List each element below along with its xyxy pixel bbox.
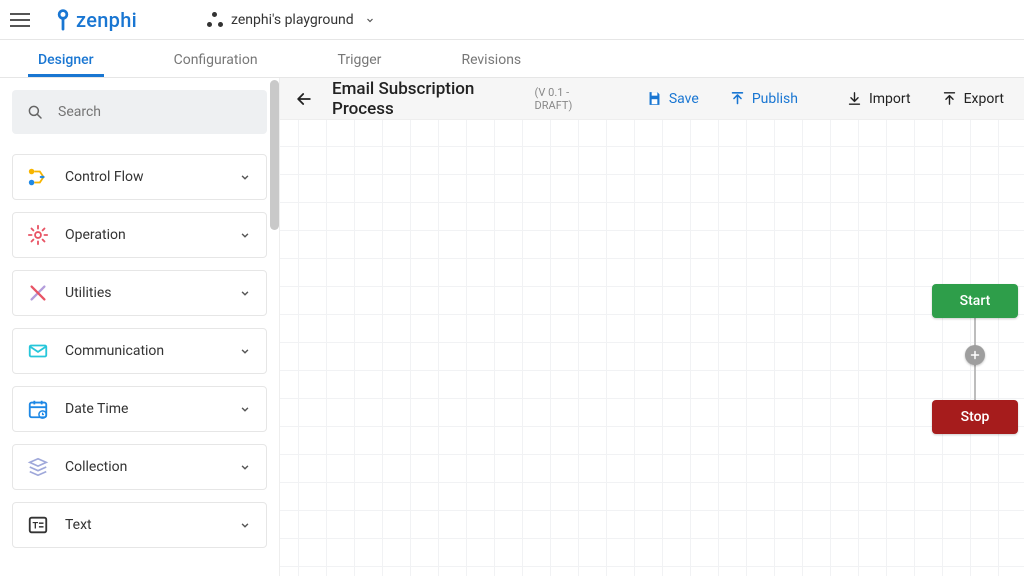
chevron-down-icon	[238, 170, 252, 184]
flow-title: Email Subscription Process	[332, 79, 515, 119]
tab-designer[interactable]: Designer	[28, 42, 104, 77]
category-communication[interactable]: Communication	[12, 328, 267, 374]
workspace-name: zenphi's playground	[231, 12, 354, 28]
flow-version: (V 0.1 - DRAFT)	[535, 86, 601, 112]
tab-configuration[interactable]: Configuration	[164, 42, 268, 77]
workspace-icon	[207, 12, 223, 28]
search-input[interactable]	[58, 104, 253, 120]
chevron-down-icon	[238, 518, 252, 532]
editor-tabs: Designer Configuration Trigger Revisions	[0, 40, 1024, 78]
logo[interactable]: zenphi	[52, 8, 137, 32]
category-collection[interactable]: Collection	[12, 444, 267, 490]
tools-icon	[27, 282, 49, 304]
flow-canvas[interactable]: Start Stop	[280, 120, 1024, 576]
category-control-flow[interactable]: Control Flow	[12, 154, 267, 200]
add-step-button[interactable]	[965, 345, 985, 365]
chevron-down-icon	[238, 402, 252, 416]
category-date-time[interactable]: Date Time	[12, 386, 267, 432]
category-label: Control Flow	[65, 169, 238, 185]
plus-icon	[969, 349, 981, 361]
menu-toggle-button[interactable]	[10, 8, 34, 32]
chevron-down-icon	[238, 344, 252, 358]
search-icon	[26, 103, 44, 121]
calendar-icon	[27, 398, 49, 420]
chevron-down-icon	[238, 460, 252, 474]
export-icon	[941, 90, 958, 107]
tab-trigger[interactable]: Trigger	[328, 42, 392, 77]
chevron-down-icon	[238, 228, 252, 242]
arrow-left-icon	[294, 89, 314, 109]
chevron-down-icon	[238, 286, 252, 300]
logo-text: zenphi	[76, 8, 137, 32]
sidebar-scrollbar-thumb[interactable]	[270, 80, 279, 230]
publish-button[interactable]: Publish	[723, 86, 804, 111]
workspace-selector[interactable]: zenphi's playground	[207, 12, 376, 28]
category-label: Text	[65, 517, 238, 533]
logo-icon	[52, 9, 74, 31]
text-icon: T	[27, 514, 49, 536]
category-text[interactable]: T Text	[12, 502, 267, 548]
flow-icon	[27, 166, 49, 188]
flow-canvas-area: Email Subscription Process (V 0.1 - DRAF…	[280, 78, 1024, 576]
save-button[interactable]: Save	[640, 86, 705, 111]
action-palette-sidebar: Control Flow Operation Utilities Communicat…	[0, 78, 280, 576]
mail-icon	[27, 340, 49, 362]
flow-toolbar: Email Subscription Process (V 0.1 - DRAF…	[280, 78, 1024, 120]
stop-node[interactable]: Stop	[932, 400, 1018, 434]
editor-body: Control Flow Operation Utilities Communicat…	[0, 78, 1024, 576]
gear-icon	[27, 224, 49, 246]
start-node[interactable]: Start	[932, 284, 1018, 318]
layers-icon	[27, 456, 49, 478]
category-label: Utilities	[65, 285, 238, 301]
category-utilities[interactable]: Utilities	[12, 270, 267, 316]
sidebar-scrollbar-track[interactable]	[268, 78, 280, 576]
category-operation[interactable]: Operation	[12, 212, 267, 258]
category-label: Communication	[65, 343, 238, 359]
export-button[interactable]: Export	[935, 86, 1010, 111]
save-icon	[646, 90, 663, 107]
tab-revisions[interactable]: Revisions	[451, 42, 531, 77]
import-icon	[846, 90, 863, 107]
category-label: Date Time	[65, 401, 238, 417]
category-label: Operation	[65, 227, 238, 243]
top-bar: zenphi zenphi's playground	[0, 0, 1024, 40]
palette-search[interactable]	[12, 90, 267, 134]
category-label: Collection	[65, 459, 238, 475]
import-button[interactable]: Import	[840, 86, 917, 111]
back-button[interactable]	[294, 89, 314, 109]
chevron-down-icon	[364, 14, 376, 26]
publish-icon	[729, 90, 746, 107]
svg-text:T: T	[33, 522, 39, 532]
